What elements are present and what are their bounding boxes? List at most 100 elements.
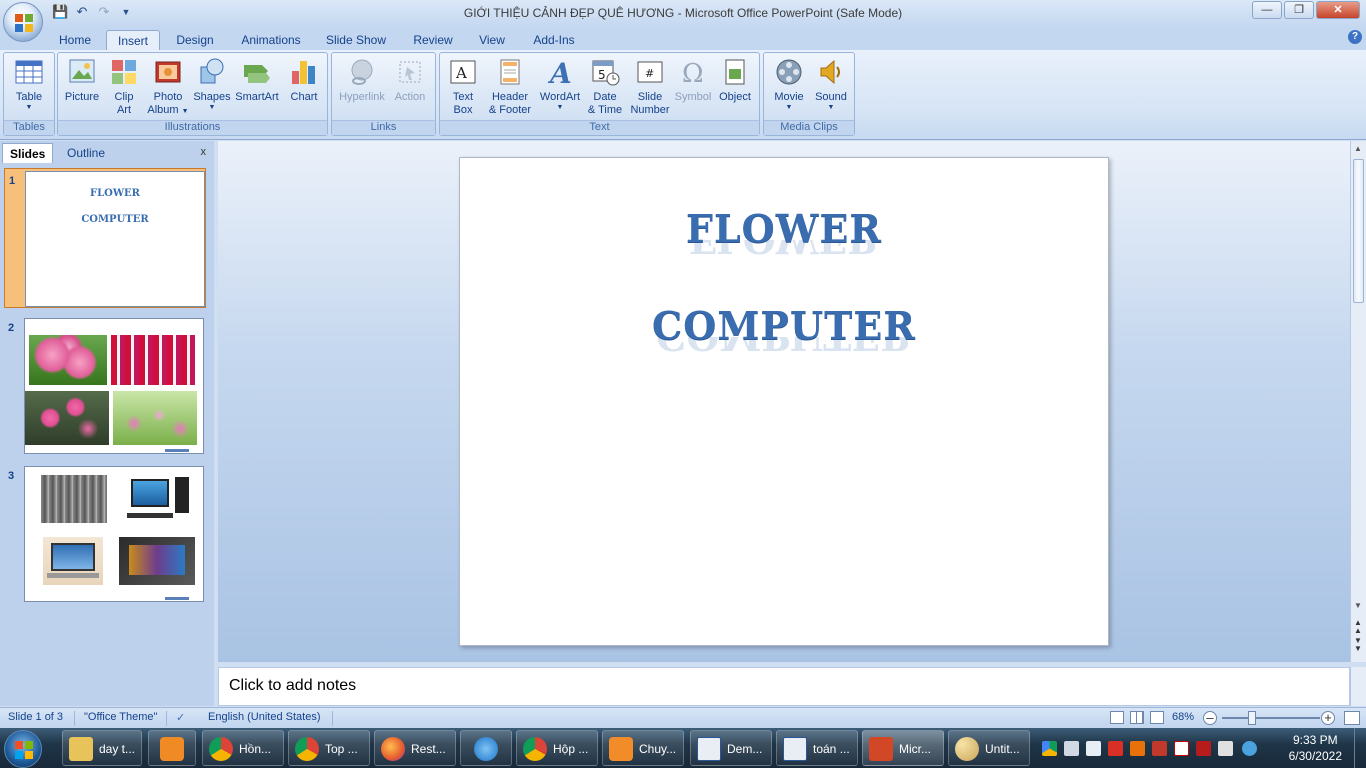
object-button[interactable]: Object (714, 57, 756, 104)
sound-button[interactable]: Sound ▼ (810, 57, 852, 112)
taskbar: day t... Hồn... Top ... Rest... Hộp ... … (0, 728, 1366, 768)
slide-show-icon[interactable] (1150, 711, 1164, 724)
taskbar-word-1[interactable]: Dem... (690, 730, 772, 766)
restore-button[interactable]: ❐ (1284, 1, 1314, 19)
tab-slide-show[interactable]: Slide Show (320, 30, 392, 50)
tab-home[interactable]: Home (52, 30, 98, 50)
slide-number-button[interactable]: # Slide Number (628, 57, 672, 117)
start-button[interactable] (4, 730, 42, 768)
group-label-illustrations: Illustrations (58, 120, 327, 135)
system-tray: 9:33 PM 6/30/2022 (1036, 728, 1366, 768)
google-drive-icon[interactable] (1042, 741, 1057, 756)
save-icon[interactable]: 💾 (52, 4, 68, 20)
scroll-down-icon[interactable]: ▼ (1354, 601, 1362, 610)
photo-album-button[interactable]: Photo Album ▼ (144, 57, 192, 118)
scroll-thumb[interactable] (1353, 159, 1364, 303)
scroll-up-icon[interactable]: ▲ (1354, 144, 1362, 153)
network-icon[interactable] (1086, 741, 1101, 756)
show-desktop-button[interactable] (1354, 728, 1366, 768)
movie-button[interactable]: Movie ▼ (768, 57, 810, 112)
ribbon-tabs: Home Insert Design Animations Slide Show… (0, 28, 1366, 50)
antivirus-icon[interactable] (1108, 741, 1123, 756)
app-tray-icon[interactable] (1130, 741, 1145, 756)
display-tray-icon[interactable] (1242, 741, 1257, 756)
close-pane-icon[interactable]: x (201, 146, 207, 158)
taskbar-chrome-2[interactable]: Top ... (288, 730, 370, 766)
text-box-button[interactable]: A Text Box (444, 57, 482, 117)
office-button[interactable] (3, 2, 43, 42)
date-time-label-2: & Time (587, 104, 623, 116)
redo-icon[interactable]: ↷ (96, 4, 112, 20)
current-slide[interactable]: FLOWER FLOWER COMPUTER COMPUTER (459, 157, 1109, 646)
zoom-slider[interactable] (1222, 717, 1320, 719)
symbol-button[interactable]: Ω Symbol (672, 57, 714, 104)
undo-icon[interactable]: ↶ (74, 4, 90, 20)
next-slide-icon[interactable]: ▼ ▼ (1354, 637, 1362, 653)
slide-sorter-icon[interactable] (1130, 711, 1144, 724)
taskbar-paint[interactable]: Untit... (948, 730, 1030, 766)
action-button[interactable]: Action (390, 57, 430, 104)
slides-pane: Slides Outline x 1 FLOWER COMPUTER 2 3 (0, 141, 214, 706)
volume-icon[interactable] (1064, 741, 1079, 756)
picture-button[interactable]: Picture (62, 57, 102, 104)
taskbar-label: Hồn... (239, 742, 272, 756)
zoom-slider-thumb[interactable] (1248, 711, 1256, 725)
taskbar-label: toán ... (813, 742, 850, 756)
taskbar-explorer[interactable]: day t... (62, 730, 142, 766)
tab-add-ins[interactable]: Add-Ins (526, 30, 582, 50)
action-center-flag-icon[interactable] (1218, 741, 1233, 756)
svg-text:A: A (455, 64, 467, 82)
vietkey-icon[interactable] (1174, 741, 1189, 756)
tab-view[interactable]: View (472, 30, 512, 50)
spell-check-icon[interactable]: ✓ (176, 711, 185, 724)
taskbar-firefox[interactable]: Rest... (374, 730, 456, 766)
taskbar-media[interactable] (148, 730, 196, 766)
notes-pane[interactable]: Click to add notes (218, 667, 1350, 706)
taskbar-pdf[interactable]: Chuy... (602, 730, 684, 766)
taskbar-chrome-1[interactable]: Hồn... (202, 730, 284, 766)
notes-scrollbar[interactable] (1350, 667, 1366, 706)
taskbar-word-2[interactable]: toán ... (776, 730, 858, 766)
security-tray-icon[interactable] (1196, 741, 1211, 756)
wordart-button[interactable]: A WordArt ▼ (536, 57, 584, 112)
zoom-in-icon[interactable]: + (1321, 711, 1335, 725)
date-time-button[interactable]: 5 Date & Time (584, 57, 626, 117)
hyperlink-button[interactable]: Hyperlink (336, 57, 388, 104)
tab-outline[interactable]: Outline (60, 143, 112, 163)
zoom-level[interactable]: 68% (1172, 711, 1194, 723)
shapes-button[interactable]: Shapes ▼ (192, 57, 232, 112)
taskbar-powerpoint[interactable]: Micr... (862, 730, 944, 766)
smartart-button[interactable]: SmartArt (234, 57, 280, 104)
language[interactable]: English (United States) (208, 711, 321, 723)
slide-indicator: Slide 1 of 3 (8, 711, 64, 723)
tab-review[interactable]: Review (406, 30, 460, 50)
tab-design[interactable]: Design (168, 30, 222, 50)
chrome-icon (523, 737, 547, 761)
slide-number-label-2: Number (630, 104, 670, 116)
help-icon[interactable]: ? (1348, 30, 1362, 44)
slide-thumbnail-1[interactable]: 1 FLOWER COMPUTER (4, 168, 206, 308)
minimize-button[interactable]: — (1252, 1, 1282, 19)
tab-animations[interactable]: Animations (234, 30, 308, 50)
tab-insert[interactable]: Insert (106, 30, 160, 50)
close-button[interactable]: ✕ (1316, 1, 1360, 19)
customize-qat-icon[interactable]: ▼ (118, 4, 134, 20)
table-button[interactable]: Table ▼ (10, 57, 48, 112)
taskbar-chrome-3[interactable]: Hộp ... (516, 730, 598, 766)
vertical-scrollbar[interactable]: ▲ ▼ ▲ ▲ ▼ ▼ (1350, 141, 1366, 662)
fit-to-window-icon[interactable] (1344, 711, 1360, 725)
previous-slide-icon[interactable]: ▲ ▲ (1354, 619, 1362, 635)
taskbar-ie[interactable] (460, 730, 512, 766)
zoom-out-icon[interactable]: – (1203, 711, 1217, 725)
tools-tray-icon[interactable] (1152, 741, 1167, 756)
theme-name[interactable]: "Office Theme" (84, 711, 157, 723)
slide-thumbnail-2[interactable]: 2 (4, 316, 206, 456)
clock[interactable]: 9:33 PM 6/30/2022 (1289, 732, 1342, 764)
slide-thumbnail-3[interactable]: 3 (4, 464, 206, 604)
tab-slides[interactable]: Slides (2, 143, 54, 163)
chart-button[interactable]: Chart (284, 57, 324, 104)
normal-view-icon[interactable] (1110, 711, 1124, 724)
header-footer-button[interactable]: Header & Footer (484, 57, 536, 117)
action-arrow-icon (165, 449, 189, 452)
clip-art-button[interactable]: Clip Art (106, 57, 142, 117)
